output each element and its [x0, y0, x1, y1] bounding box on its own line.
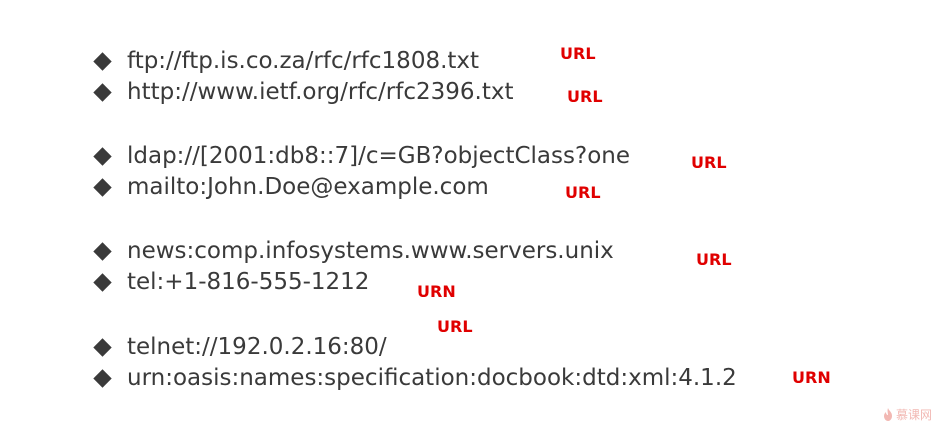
- uri-text: urn:oasis:names:specification:docbook:dt…: [127, 365, 737, 391]
- uri-type-label: URN: [417, 282, 456, 301]
- uri-text: mailto:John.Doe@example.com: [127, 174, 489, 200]
- uri-type-label: URN: [792, 368, 831, 387]
- uri-text: http://www.ietf.org/rfc/rfc2396.txt: [127, 79, 514, 105]
- uri-text: ldap://[2001:db8::7]/c=GB?objectClass?on…: [127, 143, 630, 169]
- diamond-bullet-icon: [93, 52, 112, 71]
- diamond-bullet-icon: [93, 273, 112, 292]
- watermark: 慕课网: [883, 406, 932, 423]
- uri-text: telnet://192.0.2.16:80/: [127, 334, 387, 360]
- diamond-bullet-icon: [93, 147, 112, 166]
- diamond-bullet-icon: [93, 83, 112, 102]
- uri-text: tel:+1-816-555-1212: [127, 269, 370, 295]
- diamond-bullet-icon: [93, 242, 112, 261]
- uri-type-label: URL: [691, 153, 727, 172]
- uri-type-label: URL: [565, 183, 601, 202]
- uri-text: news:comp.infosystems.www.servers.unix: [127, 238, 614, 264]
- uri-type-label: URL: [567, 87, 603, 106]
- uri-text: ftp://ftp.is.co.za/rfc/rfc1808.txt: [127, 48, 480, 74]
- watermark-text: 慕课网: [895, 408, 932, 422]
- diamond-bullet-icon: [93, 369, 112, 388]
- uri-type-label: URL: [696, 250, 732, 269]
- diamond-bullet-icon: [93, 338, 112, 357]
- diamond-bullet-icon: [93, 178, 112, 197]
- uri-type-label: URL: [437, 317, 473, 336]
- flame-logo-icon: [883, 408, 892, 421]
- uri-type-label: URL: [560, 44, 596, 63]
